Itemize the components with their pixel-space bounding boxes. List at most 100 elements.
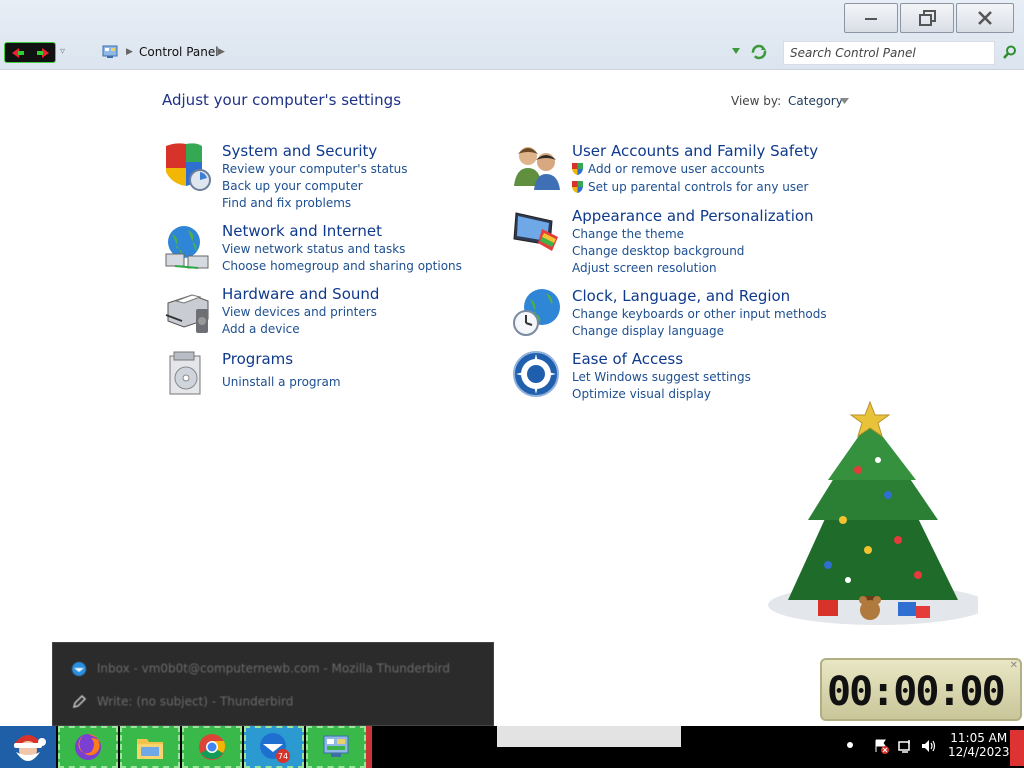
chevron-down-icon[interactable] — [840, 98, 849, 104]
view-by-dropdown[interactable]: Category — [788, 94, 843, 108]
category-link[interactable]: Choose homegroup and sharing options — [222, 259, 462, 273]
popup-item-label: Inbox - vm0b0t@computernewb.com - Mozill… — [96, 661, 451, 676]
taskbar-chrome[interactable] — [182, 726, 242, 768]
category-title[interactable]: System and Security — [222, 142, 377, 160]
breadcrumb-control-panel[interactable]: Control Panel — [139, 45, 219, 59]
christmas-tree-decoration — [768, 400, 978, 625]
category-title[interactable]: Network and Internet — [222, 222, 382, 240]
programs-box-icon — [169, 351, 201, 395]
tray-dot-icon[interactable] — [847, 742, 853, 748]
category-link[interactable]: Let Windows suggest settings — [572, 370, 751, 384]
popup-item-write[interactable]: Write: (no subject) - Thunderbird — [71, 694, 293, 710]
printer-hardware-icon — [165, 294, 209, 333]
category-network-internet: Network and Internet View network status… — [162, 222, 482, 278]
category-ease-of-access: Ease of Access Let Windows suggest setti… — [512, 350, 832, 406]
tray-clock[interactable]: 11:05 AM 12/4/2023 — [948, 731, 1010, 759]
restore-icon — [919, 10, 936, 26]
firefox-icon — [75, 734, 101, 760]
category-appearance: Appearance and Personalization Change th… — [512, 207, 832, 277]
unread-badge: 74 — [278, 752, 288, 761]
category-title[interactable]: Ease of Access — [572, 350, 683, 368]
category-title[interactable]: Appearance and Personalization — [572, 207, 814, 225]
search-placeholder: Search Control Panel — [790, 46, 916, 60]
category-link[interactable]: View devices and printers — [222, 305, 377, 319]
network-icon[interactable] — [897, 738, 913, 754]
minimize-button[interactable] — [844, 3, 898, 33]
restore-button[interactable] — [900, 3, 954, 33]
category-title[interactable]: Clock, Language, and Region — [572, 287, 790, 305]
network-globe-icon — [165, 226, 209, 269]
tray-time: 11:05 AM — [950, 731, 1008, 745]
address-bar: ▿ ▶ Control Panel ▶ Search Control Panel — [0, 0, 1024, 70]
close-button[interactable] — [956, 3, 1014, 33]
category-link[interactable]: View network status and tasks — [222, 242, 405, 256]
category-clock-language-region: Clock, Language, and Region Change keybo… — [512, 287, 832, 343]
action-center-flag-icon[interactable] — [873, 738, 889, 754]
taskbar-firefox[interactable] — [58, 726, 118, 768]
category-link[interactable]: Back up your computer — [222, 179, 363, 193]
appearance-monitor-icon — [513, 212, 558, 251]
category-link[interactable]: Optimize visual display — [572, 387, 711, 401]
category-link[interactable]: Set up parental controls for any user — [588, 180, 808, 194]
back-button[interactable] — [5, 43, 30, 62]
search-input[interactable]: Search Control Panel — [783, 41, 995, 65]
santa-start-icon — [14, 735, 46, 761]
volume-icon[interactable] — [920, 738, 936, 754]
window-controls — [842, 3, 1014, 33]
category-link[interactable]: Change desktop background — [572, 244, 744, 258]
recent-pages-dropdown[interactable]: ▿ — [60, 46, 65, 57]
ease-of-access-icon — [513, 351, 559, 397]
category-link[interactable]: Change display language — [572, 324, 724, 338]
category-system-security: System and Security Review your computer… — [162, 142, 482, 212]
category-link[interactable]: Change the theme — [572, 227, 684, 241]
taskbar-blank-area — [497, 726, 681, 747]
popup-item-inbox[interactable]: Inbox - vm0b0t@computernewb.com - Mozill… — [71, 661, 450, 677]
taskbar-divider — [366, 726, 372, 768]
category-programs: Programs Uninstall a program — [162, 350, 482, 398]
category-hardware-sound: Hardware and Sound View devices and prin… — [162, 285, 482, 341]
breadcrumb-separator-icon[interactable]: ▶ — [218, 47, 225, 57]
back-forward-buttons — [4, 42, 56, 63]
view-by-label: View by: — [731, 94, 782, 108]
clock-widget[interactable]: 00:00:00 ✕ — [820, 658, 1022, 721]
close-icon[interactable]: ✕ — [1010, 660, 1018, 671]
start-button[interactable] — [0, 726, 56, 768]
file-explorer-icon — [137, 739, 163, 759]
pencil-icon — [72, 694, 87, 709]
page-title: Adjust your computer's settings — [162, 91, 402, 109]
control-panel-icon — [323, 735, 349, 757]
breadcrumb-separator-icon[interactable]: ▶ — [126, 47, 133, 57]
category-link[interactable]: Add or remove user accounts — [588, 162, 765, 176]
thunderbird-icon: 74 — [260, 733, 290, 763]
clock-globe-icon — [513, 289, 560, 336]
tray-date: 12/4/2023 — [948, 745, 1010, 759]
taskbar-file-explorer[interactable] — [120, 726, 180, 768]
category-title[interactable]: Hardware and Sound — [222, 285, 379, 303]
forward-button[interactable] — [30, 43, 55, 62]
uac-shield-icon — [572, 181, 583, 193]
control-panel-icon — [102, 45, 118, 58]
taskbar-thunderbird[interactable]: 74 — [244, 726, 304, 768]
refresh-icon[interactable] — [751, 44, 767, 60]
address-dropdown-icon[interactable] — [731, 47, 741, 55]
users-icon — [514, 147, 560, 190]
clock-display: 00:00:00 — [827, 669, 1006, 715]
search-icon[interactable] — [1003, 45, 1017, 59]
minimize-icon — [865, 18, 877, 20]
category-link[interactable]: Add a device — [222, 322, 300, 336]
category-link[interactable]: Adjust screen resolution — [572, 261, 717, 275]
chrome-icon — [199, 734, 226, 760]
category-user-accounts: User Accounts and Family Safety Add or r… — [512, 142, 832, 198]
back-arrow-icon — [11, 47, 24, 58]
category-title[interactable]: User Accounts and Family Safety — [572, 142, 818, 160]
category-link[interactable]: Uninstall a program — [222, 375, 341, 389]
category-title[interactable]: Programs — [222, 350, 293, 368]
category-link[interactable]: Change keyboards or other input methods — [572, 307, 827, 321]
category-link[interactable]: Review your computer's status — [222, 162, 408, 176]
show-desktop-button[interactable] — [1010, 730, 1024, 766]
category-link[interactable]: Find and fix problems — [222, 196, 351, 210]
taskbar: 74 11:05 AM 12/4/2023 — [0, 726, 1024, 768]
taskbar-control-panel[interactable] — [306, 726, 366, 768]
taskbar-thumbnail-popup: Inbox - vm0b0t@computernewb.com - Mozill… — [52, 642, 494, 726]
close-icon — [978, 11, 992, 25]
